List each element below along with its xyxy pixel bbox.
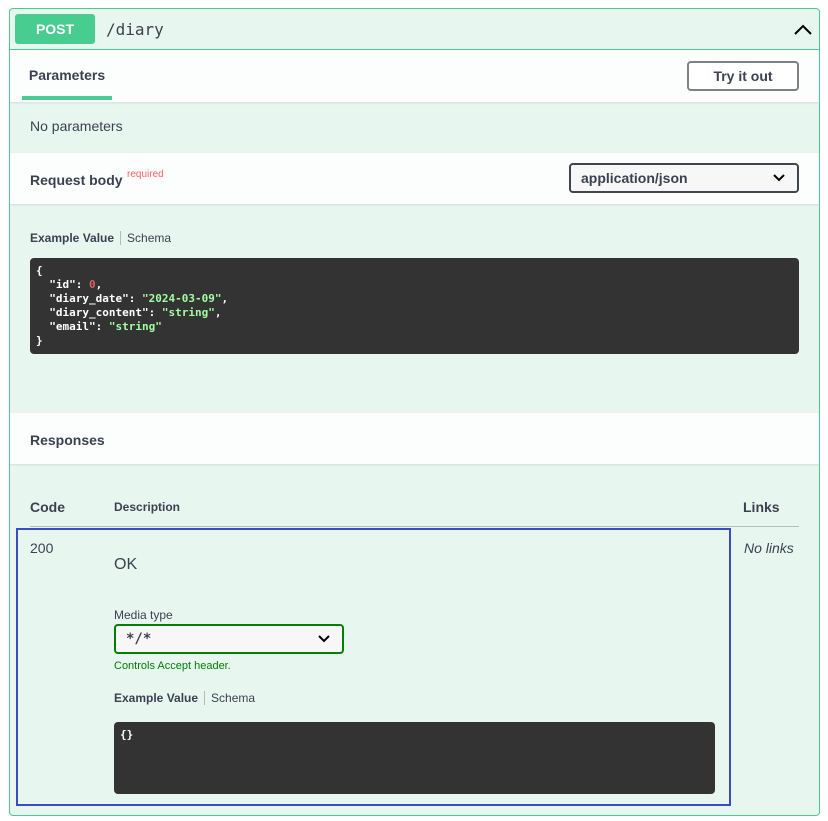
request-example-code[interactable]: { "id": 0, "diary_date": "2024-03-09", "… xyxy=(30,258,799,354)
json-key: "diary_content" xyxy=(49,306,149,319)
response-status-code: 200 xyxy=(30,540,54,556)
json-value: 0 xyxy=(89,278,96,291)
column-header-code: Code xyxy=(30,499,65,515)
tab-parameters[interactable]: Parameters xyxy=(22,50,112,99)
json-key: "id" xyxy=(49,278,76,291)
endpoint-path: /diary xyxy=(106,20,164,39)
json-value: "string" xyxy=(161,306,215,319)
tab-separator xyxy=(120,231,122,245)
json-empty-object: {} xyxy=(120,728,134,741)
json-value: "string" xyxy=(108,320,162,333)
column-header-links: Links xyxy=(743,499,780,515)
media-type-select[interactable]: */* xyxy=(114,624,344,654)
request-example-tabs: Example Value Schema xyxy=(30,231,171,245)
chevron-down-icon xyxy=(773,174,785,182)
column-header-description: Description xyxy=(114,500,181,514)
http-method-badge: POST xyxy=(15,14,95,44)
media-type-value: */* xyxy=(126,631,152,647)
active-tab-indicator xyxy=(22,96,112,100)
response-description: OK xyxy=(114,556,138,573)
responses-title: Responses xyxy=(30,432,105,448)
tab-example-value[interactable]: Example Value xyxy=(30,231,114,245)
request-body-section-header: Request body required application/json xyxy=(10,153,819,204)
tab-separator xyxy=(204,691,206,705)
chevron-up-icon[interactable] xyxy=(793,20,813,40)
json-close-brace: } xyxy=(36,334,43,347)
no-links-text: No links xyxy=(744,540,794,556)
tab-schema[interactable]: Schema xyxy=(211,691,255,705)
operation-summary[interactable]: POST /diary xyxy=(10,9,819,50)
tab-example-value[interactable]: Example Value xyxy=(114,691,198,705)
response-example-tabs: Example Value Schema xyxy=(114,691,255,705)
json-key: "email" xyxy=(49,320,96,333)
json-open-brace: { xyxy=(36,264,43,277)
content-type-value: application/json xyxy=(581,170,688,186)
chevron-down-icon xyxy=(318,635,330,643)
tab-schema[interactable]: Schema xyxy=(127,231,171,245)
response-example-code[interactable]: {} xyxy=(114,722,715,794)
accept-header-note: Controls Accept header. xyxy=(114,660,231,672)
json-value: "2024-03-09" xyxy=(141,292,222,305)
content-type-select[interactable]: application/json xyxy=(569,163,799,193)
required-marker: required xyxy=(127,169,164,180)
table-header-divider xyxy=(30,526,799,527)
parameters-section-header: Parameters Try it out xyxy=(10,50,819,102)
json-key: "diary_date" xyxy=(49,292,129,305)
media-type-label: Media type xyxy=(114,608,173,622)
no-parameters-text: No parameters xyxy=(30,118,123,134)
responses-section-header: Responses xyxy=(10,413,819,464)
operation-block-post-diary: POST /diary Parameters Try it out No par… xyxy=(9,8,820,816)
request-body-title: Request body xyxy=(30,172,123,188)
try-it-out-button[interactable]: Try it out xyxy=(687,61,799,91)
